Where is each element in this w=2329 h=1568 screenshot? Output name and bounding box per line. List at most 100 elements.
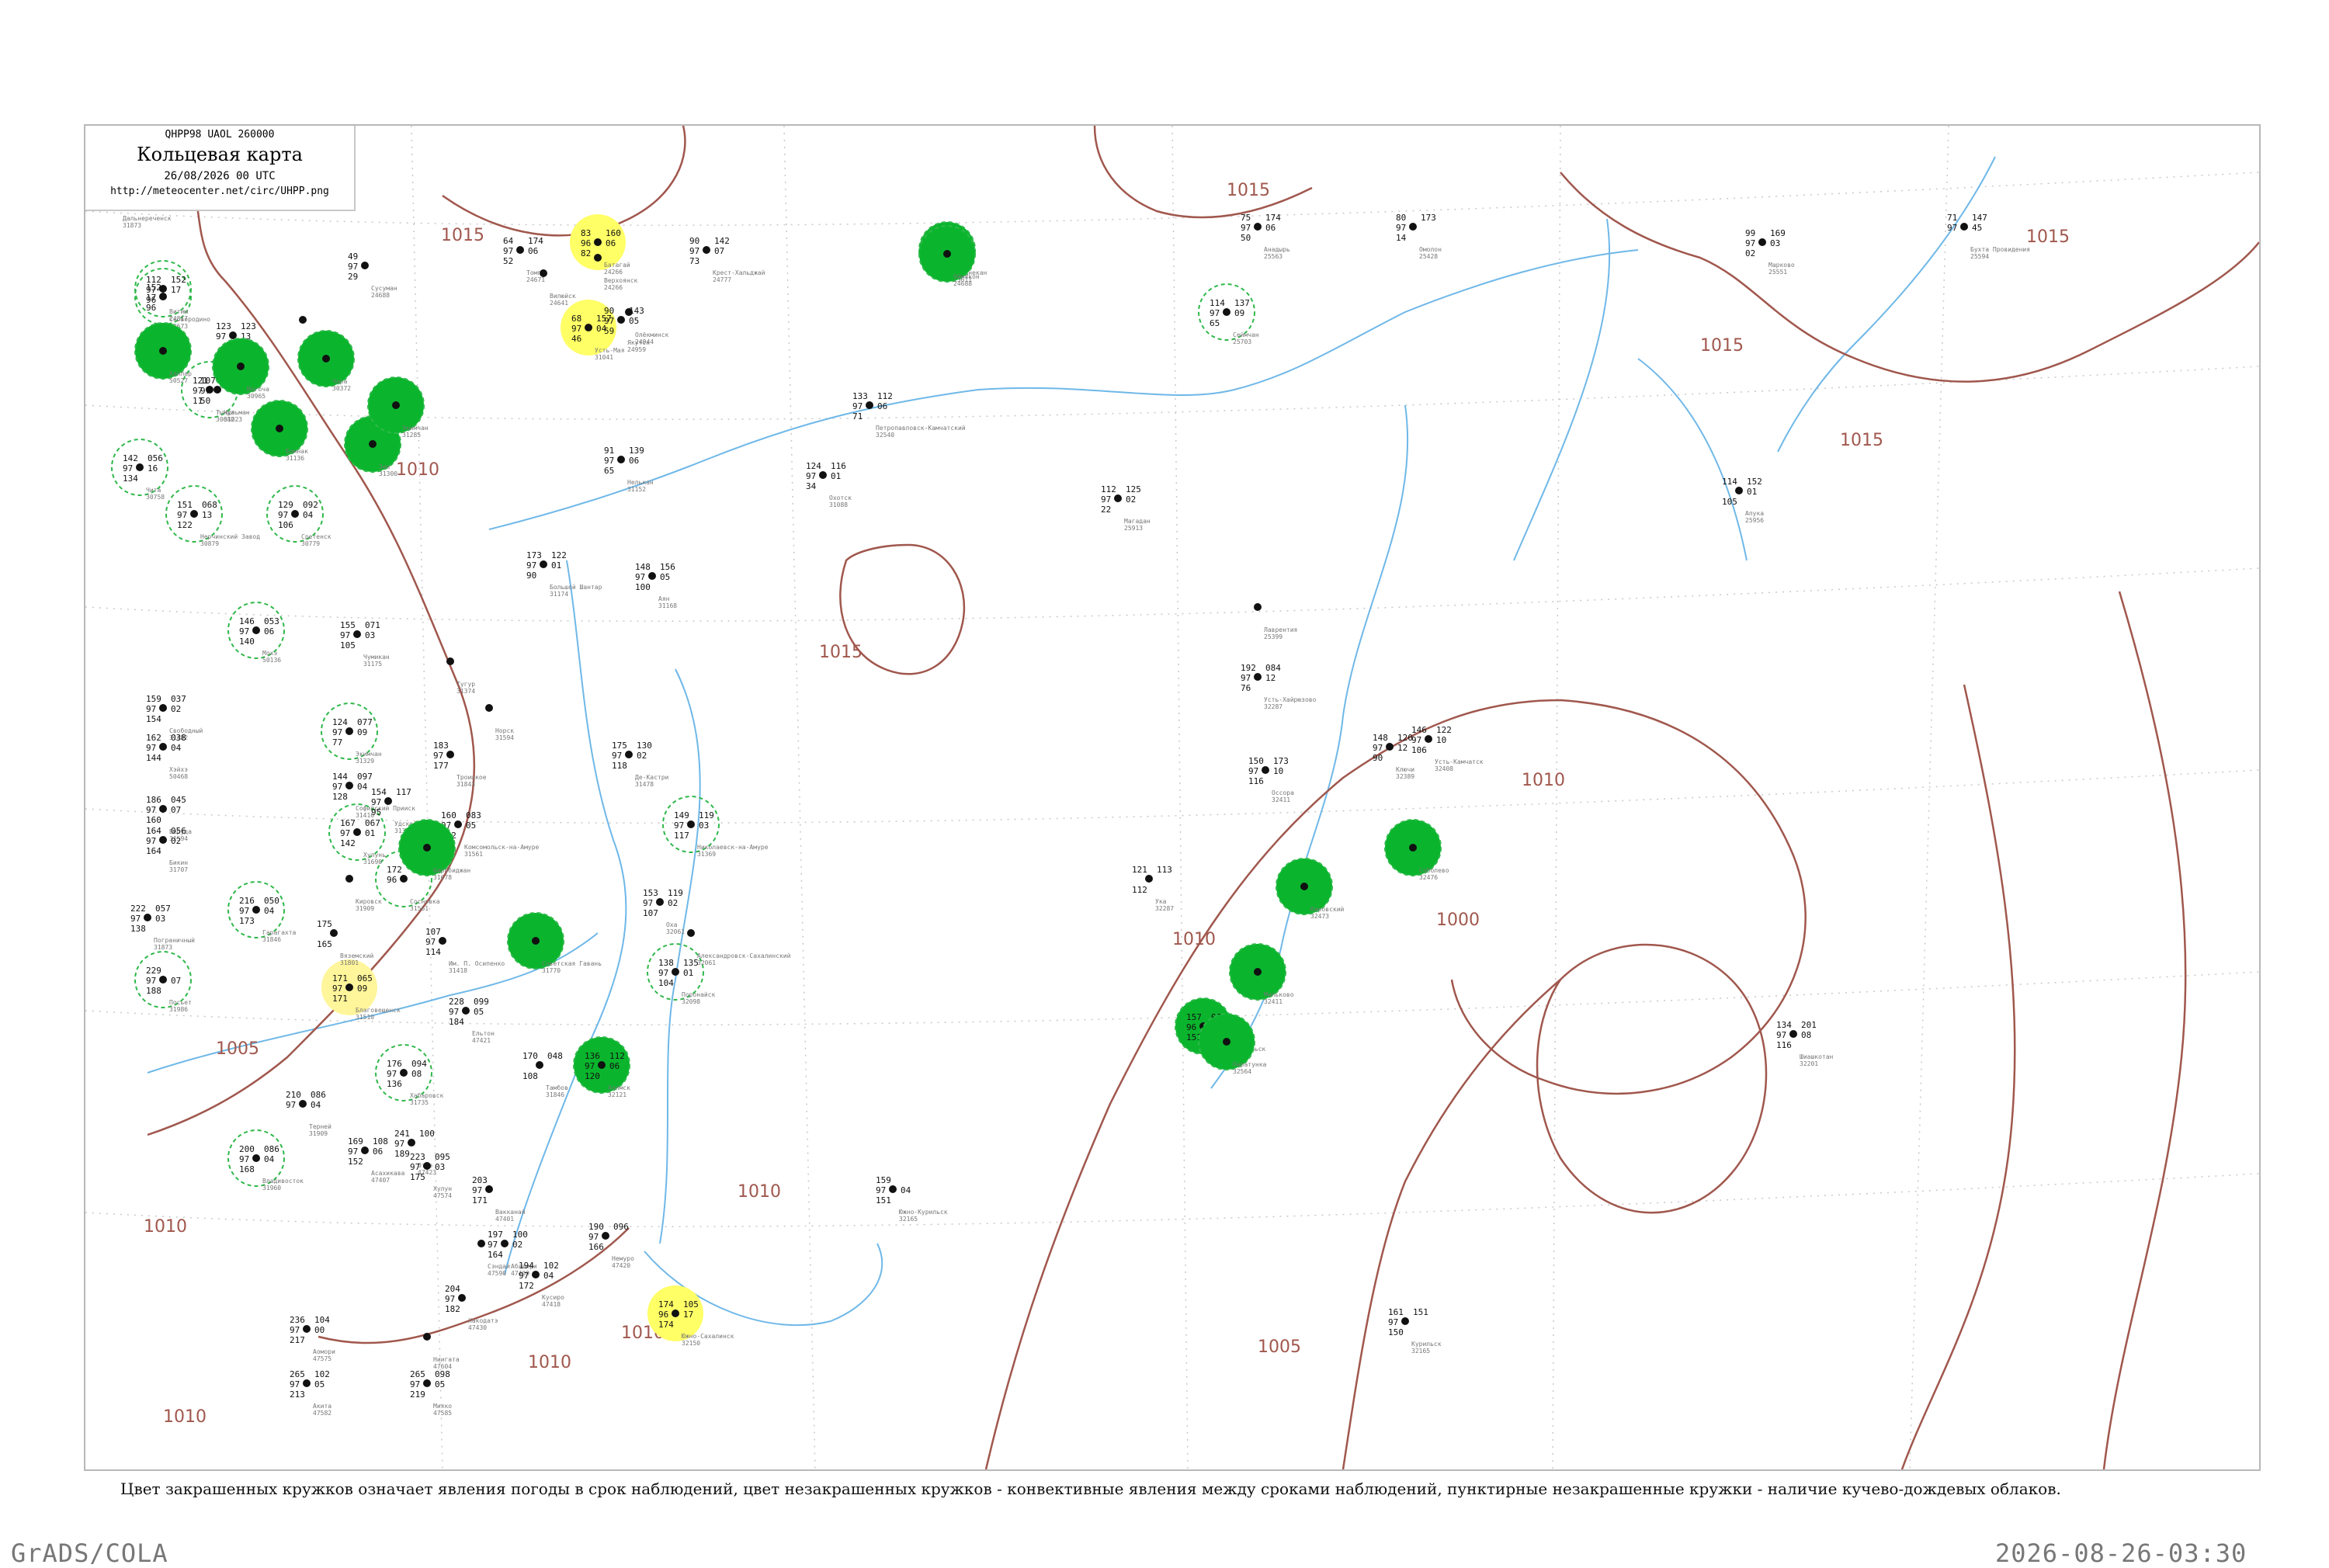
station-name: Оха: [666, 921, 678, 928]
station-value: 04: [264, 1154, 275, 1164]
station-dot: [1254, 968, 1262, 976]
station-name: Сретенск: [301, 533, 331, 540]
station-value: 46: [571, 334, 581, 344]
station-value: 123: [216, 321, 231, 331]
station-dot: [585, 324, 592, 331]
station-value: 96: [146, 295, 156, 305]
station-id: 31594: [495, 734, 514, 741]
station-name: Экимчан: [402, 425, 429, 432]
station-value: 05: [660, 572, 670, 582]
station-value: 100: [419, 1129, 435, 1139]
station-value: 03: [365, 630, 375, 640]
station-value: 97: [1776, 1030, 1786, 1040]
station-value: 147: [1972, 213, 1987, 223]
station-id: 31873: [154, 944, 172, 951]
station-name: Ука: [1155, 898, 1167, 905]
station-value: 136: [387, 1079, 402, 1089]
station-id: 32476: [1419, 874, 1438, 881]
station-value: 07: [171, 976, 181, 986]
station-dot: [516, 246, 524, 254]
station-name: Хабаровск: [410, 1091, 444, 1099]
station-value: 97: [239, 906, 249, 916]
station-dot: [159, 805, 167, 813]
station-value: 97: [1411, 735, 1421, 745]
station-name: Нерчинский Завод: [200, 533, 260, 540]
station-value: 124: [806, 461, 821, 471]
station-dot: [819, 471, 827, 479]
station-value: 97: [146, 743, 156, 753]
station-dot: [454, 820, 462, 828]
station-value: 138: [130, 924, 146, 934]
station-dot: [1145, 875, 1153, 883]
isobar-label: 1005: [1258, 1337, 1301, 1357]
isobar-label: 1000: [1436, 911, 1480, 930]
station-name: Сусуман: [371, 285, 397, 292]
station-value: 168: [239, 1164, 255, 1174]
station-plot: 16297144 03804 Хэйхэ50468: [146, 733, 188, 780]
station-value: 97: [585, 1061, 595, 1071]
station-dot: [213, 386, 221, 394]
station-value: 119: [668, 888, 683, 898]
station-value: 112: [1101, 484, 1116, 494]
station-name: Владивосток: [262, 1178, 304, 1185]
station-name: Бухта Провидения: [1970, 246, 2030, 253]
station-value: 106: [278, 520, 293, 530]
station-value: 094: [411, 1059, 427, 1069]
station-name: Бомнак: [286, 448, 308, 455]
station-dot: [144, 914, 151, 921]
station-id: 47604: [433, 1363, 452, 1370]
station-plot: 12997106 09204 Сретенск30779: [266, 485, 331, 547]
station-name: Александровск-Сахалинский: [697, 952, 791, 959]
station-name: Петропавловск-Камчатский: [876, 425, 966, 432]
station-value: 122: [177, 520, 193, 530]
station-value: 83: [581, 228, 591, 238]
station-value: 116: [1776, 1040, 1792, 1050]
station-dot: [1960, 223, 1968, 231]
station-value: 151: [177, 500, 193, 510]
station-name: Тугур: [456, 681, 475, 688]
station-dot: [943, 250, 951, 258]
source-url[interactable]: http://meteocenter.net/circ/UHPP.png: [85, 186, 354, 197]
station-id: 31909: [309, 1130, 328, 1137]
station-plot: 17597118 13002 Де-Кастри31478: [612, 741, 669, 788]
station-id: 25428: [1419, 253, 1438, 260]
station-value: 01: [365, 828, 375, 838]
station-value: 155: [340, 620, 356, 630]
station-value: 01: [551, 560, 561, 571]
station-value: 134: [123, 474, 138, 484]
station-plot: 20497182 Хакодатэ47430: [445, 1284, 498, 1331]
station-name: Им. П. Осипенко: [449, 960, 505, 967]
station-value: 173: [526, 550, 542, 560]
station-plot: 16497164 05602 Бикин31707: [146, 826, 188, 873]
station-id: 32165: [1411, 1348, 1430, 1355]
station-value: 96: [1186, 1022, 1196, 1032]
station-plot: Хайлар50527: [134, 322, 192, 384]
station-name: Сеймчан: [1233, 331, 1259, 338]
station-value: 142: [340, 838, 356, 848]
station-value: 97: [519, 1271, 529, 1281]
station-value: 146: [239, 616, 255, 626]
station-dot: [400, 1069, 408, 1077]
station-value: 099: [474, 997, 489, 1007]
station-value: 104: [658, 978, 674, 988]
station-plot: Биробиджан31678: [398, 819, 470, 881]
station-value: 175: [317, 919, 332, 929]
station-value: 100: [635, 582, 651, 592]
station-value: 07: [714, 246, 724, 256]
station-value: 071: [365, 620, 380, 630]
station-value: 97: [123, 463, 133, 474]
station-value: 29: [348, 272, 358, 282]
station-value: 129: [278, 500, 293, 510]
station-value: 16: [148, 463, 158, 474]
station-value: 112: [609, 1051, 625, 1061]
station-value: 49: [348, 252, 358, 262]
station-dot: [159, 704, 167, 712]
station-value: 117: [396, 787, 411, 797]
station-id: 32408: [1435, 765, 1453, 772]
station-dot: [594, 254, 602, 262]
station-dot: [703, 246, 710, 254]
station-dot: [439, 937, 446, 945]
station-dot: [1425, 735, 1432, 743]
station-value: 50: [200, 396, 210, 406]
station-dot: [536, 1061, 543, 1069]
